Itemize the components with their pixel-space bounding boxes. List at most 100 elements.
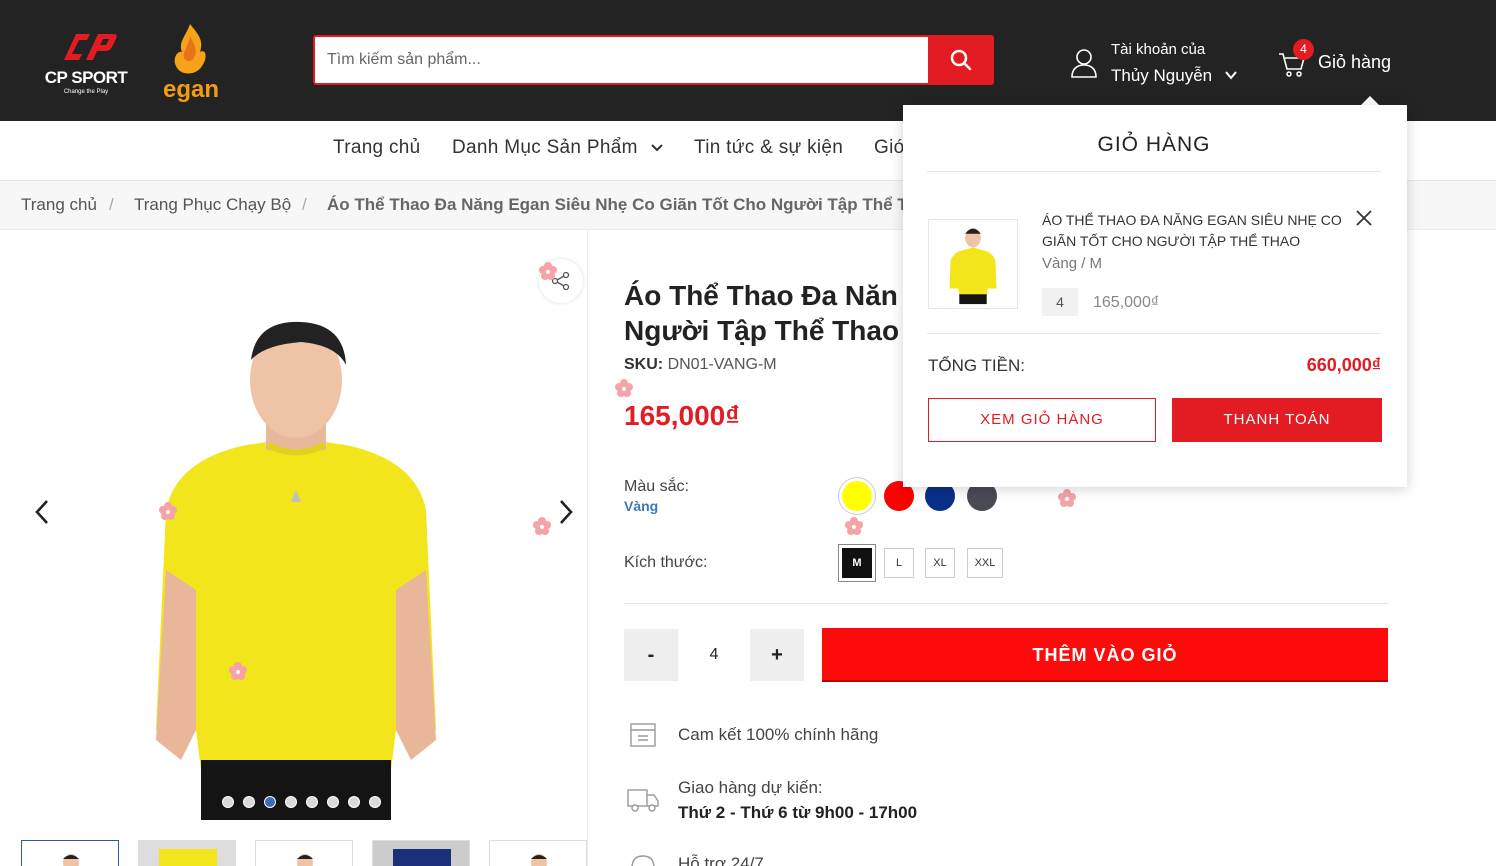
thumbnail-image [139, 841, 235, 866]
chevron-down-icon [651, 144, 664, 152]
feature-support: Hỗ trợ 24/7 [678, 854, 764, 866]
gallery-dot-active[interactable] [264, 796, 276, 808]
thumbnail-image [256, 841, 352, 866]
egan-flame-icon [174, 24, 206, 74]
nav-item-home[interactable]: Trang chủ [333, 137, 421, 159]
cart-count-badge: 4 [1293, 39, 1314, 60]
blossom-decoration-icon [533, 517, 551, 535]
product-price: 165,000₫ [624, 400, 740, 431]
cart-label: Giỏ hàng [1318, 52, 1392, 72]
remove-item-close-icon[interactable] [1355, 209, 1373, 227]
divider [927, 171, 1381, 172]
breadcrumb-separator: / [109, 195, 114, 214]
support-icon [631, 855, 655, 866]
product-main-image [96, 310, 496, 820]
gallery-dot[interactable] [243, 796, 255, 808]
gallery-thumbnail[interactable] [138, 840, 236, 866]
gallery-dot[interactable] [348, 796, 360, 808]
blossom-decoration-icon [615, 379, 633, 397]
gallery-dot[interactable] [285, 796, 297, 808]
size-option-m[interactable]: M [842, 548, 872, 578]
blossom-decoration-icon [845, 517, 863, 535]
breadcrumb-category[interactable]: Trang Phục Chạy Bộ [134, 195, 291, 215]
color-swatch-yellow[interactable] [842, 481, 872, 511]
search-button[interactable] [928, 35, 994, 85]
size-label: Kích thước: [624, 554, 708, 571]
nav-item-more[interactable]: Giớ [874, 137, 906, 159]
thumbnail-image [490, 841, 586, 866]
egan-wordmark: egan [162, 76, 219, 103]
cp-sport-logo-mark [64, 34, 117, 60]
gallery-dot[interactable] [327, 796, 339, 808]
color-selected-value: Vàng [624, 498, 659, 514]
nav-item-news[interactable]: Tin tức & sự kiện [694, 137, 843, 159]
cart-dropdown-title: GIỎ HÀNG [1097, 133, 1211, 156]
cart-item-variant: Vàng / M [1042, 255, 1103, 272]
product-gallery [0, 230, 588, 866]
chevron-down-icon [1225, 71, 1237, 80]
cp-sport-tagline: Change the Play [63, 89, 109, 95]
product-title-line1: Áo Thể Thao Đa Năn [624, 280, 898, 311]
breadcrumb-home[interactable]: Trang chủ [21, 195, 97, 215]
color-label: Màu sắc: [624, 478, 689, 495]
cart-item-image[interactable] [928, 219, 1018, 309]
account-label: Tài khoản của [1111, 41, 1206, 58]
gallery-thumbnail[interactable] [489, 840, 587, 866]
divider [624, 603, 1388, 604]
thumbnail-image [373, 841, 469, 866]
gallery-dot[interactable] [222, 796, 234, 808]
delivery-truck-icon [627, 789, 659, 812]
gallery-prev-arrow-icon[interactable] [30, 496, 54, 528]
site-header: CP SPORT Change the Play egan Tài khoản … [0, 0, 1496, 121]
qty-input[interactable] [678, 629, 750, 681]
cart-item-price: 165,000₫ [1093, 294, 1160, 311]
qty-increase-button[interactable]: + [750, 629, 804, 681]
gallery-thumbnail[interactable] [255, 840, 353, 866]
cart-total-label: TỔNG TIỀN: [928, 356, 1025, 375]
qty-decrease-button[interactable]: - [624, 629, 678, 681]
gallery-next-arrow-icon[interactable] [554, 496, 578, 528]
blossom-decoration-icon [539, 262, 557, 280]
gallery-thumbnail[interactable] [372, 840, 470, 866]
thumbnail-image [22, 841, 118, 866]
sku-value: DN01-VANG-M [667, 356, 777, 373]
add-to-cart-button[interactable]: THÊM VÀO GIỎ [822, 628, 1388, 682]
cart-item-qty: 4 [1042, 288, 1078, 316]
feature-delivery-label: Giao hàng dự kiến: [678, 778, 823, 797]
cart-item-name[interactable]: ÁO THỂ THAO ĐA NĂNG EGAN SIÊU NHẸ CO GIÃ… [1042, 210, 1352, 252]
gallery-dots [222, 796, 381, 810]
authentic-box-icon [630, 723, 656, 747]
feature-delivery-time: Thứ 2 - Thứ 6 từ 9h00 - 17h00 [678, 803, 918, 822]
blossom-decoration-icon [1058, 489, 1076, 507]
feature-authentic: Cam kết 100% chính hãng [678, 725, 879, 744]
view-cart-button[interactable]: XEM GIỎ HÀNG [928, 398, 1156, 442]
breadcrumb-separator: / [302, 195, 307, 214]
size-option-l[interactable]: L [884, 548, 914, 578]
checkout-button[interactable]: THANH TOÁN [1172, 398, 1382, 442]
account-name: Thủy Nguyễn [1111, 66, 1213, 85]
search-input[interactable] [315, 37, 929, 83]
gallery-dot[interactable] [306, 796, 318, 808]
sku-label: SKU: [624, 356, 664, 373]
egan-logo[interactable]: egan [160, 22, 222, 106]
nav-item-categories[interactable]: Danh Mục Sản Phẩm [452, 137, 664, 159]
account-menu[interactable]: Tài khoản của Thủy Nguyễn [1070, 38, 1250, 90]
size-option-xxl[interactable]: XXL [967, 548, 1003, 578]
user-icon [1071, 49, 1097, 78]
search-box [313, 35, 994, 85]
product-title: Áo Thể Thao Đa Năn Người Tập Thể Thao [624, 278, 924, 348]
nav-item-categories-label: Danh Mục Sản Phẩm [452, 137, 638, 158]
product-title-line2: Người Tập Thể Thao [624, 315, 900, 346]
blossom-decoration-icon [229, 662, 247, 680]
cp-sport-logo[interactable]: CP SPORT Change the Play [44, 30, 128, 100]
divider [927, 333, 1381, 334]
gallery-dot[interactable] [369, 796, 381, 808]
breadcrumb-current: Áo Thể Thao Đa Năng Egan Siêu Nhẹ Co Giã… [327, 195, 907, 214]
size-option-xl[interactable]: XL [925, 548, 955, 578]
cart-total-value: 660,000₫ [1306, 355, 1381, 375]
search-icon [950, 49, 972, 71]
gallery-thumbnail[interactable] [21, 840, 119, 866]
cart-button[interactable]: 4 Giỏ hàng [1278, 38, 1398, 82]
product-sku: SKU: DN01-VANG-M [624, 356, 777, 374]
blossom-decoration-icon [159, 502, 177, 520]
